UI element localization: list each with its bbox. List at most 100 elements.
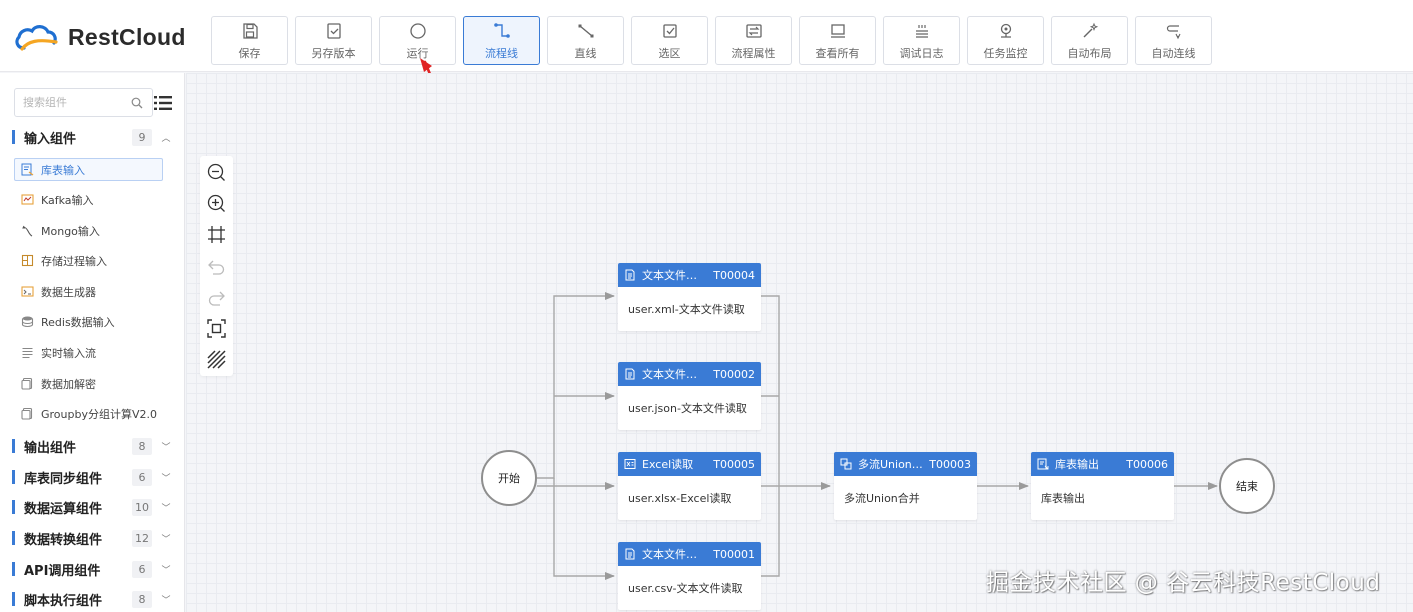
flow-canvas[interactable] <box>186 73 1413 612</box>
group-name: 库表同步组件 <box>24 471 103 487</box>
end-node[interactable]: 结束 <box>1219 458 1275 514</box>
component-data-encryption[interactable]: 数据加解密 <box>14 372 163 395</box>
chevron-down-icon[interactable]: ﹀ <box>160 501 172 514</box>
top-header: RestCloud 保存 另存版本 运行 流程线 直线 选区 流程属性 查看所有… <box>0 0 1413 72</box>
save-version-button-label: 另存版本 <box>311 46 356 60</box>
component-name: 存储过程输入 <box>41 254 107 268</box>
component-name: Groupby分组计算V2.0 <box>41 407 157 421</box>
flow-node-t00003[interactable]: 多流Union… T00003 多流Union合并 <box>834 452 977 520</box>
group-input-components[interactable]: 输入组件 9 ︿ <box>12 127 172 147</box>
start-node-label: 开始 <box>498 472 520 485</box>
fit-view-icon[interactable] <box>206 224 227 245</box>
node-title: 库表输出 <box>1055 458 1099 471</box>
zoom-in-icon[interactable] <box>206 193 227 214</box>
group-table-sync-components[interactable]: 库表同步组件 6 ﹀ <box>12 467 172 487</box>
node-header: 文本文件… T00001 <box>618 542 761 566</box>
debug-log-icon <box>912 21 932 41</box>
group-marker <box>12 562 15 576</box>
chevron-down-icon[interactable]: ﹀ <box>160 563 172 576</box>
straight-line-button[interactable]: 直线 <box>547 16 624 65</box>
union-icon <box>840 458 852 470</box>
chevron-down-icon[interactable]: ﹀ <box>160 593 172 606</box>
flow-node-t00001[interactable]: 文本文件… T00001 user.csv-文本文件读取 <box>618 542 761 610</box>
undo-icon[interactable] <box>206 256 227 277</box>
node-title: 文本文件… <box>642 368 697 381</box>
task-monitor-button-label: 任务监控 <box>983 46 1028 60</box>
component-groupby-calc[interactable]: Groupby分组计算V2.0 <box>14 402 163 425</box>
flow-node-t00002[interactable]: 文本文件… T00002 user.json-文本文件读取 <box>618 362 761 430</box>
chevron-down-icon[interactable]: ﹀ <box>160 440 172 453</box>
component-redis-input[interactable]: Redis数据输入 <box>14 310 163 333</box>
group-marker <box>12 470 15 484</box>
node-id: T00006 <box>1126 457 1168 471</box>
auto-layout-button[interactable]: 自动布局 <box>1051 16 1128 65</box>
component-stored-procedure-input[interactable]: 存储过程输入 <box>14 249 163 272</box>
debug-log-button[interactable]: 调试日志 <box>883 16 960 65</box>
component-mongo-input[interactable]: Mongo输入 <box>14 219 163 242</box>
save-button[interactable]: 保存 <box>211 16 288 65</box>
node-id: T00001 <box>713 547 755 561</box>
group-name: 输出组件 <box>24 440 77 456</box>
group-data-compute-components[interactable]: 数据运算组件 10 ﹀ <box>12 497 172 517</box>
group-api-call-components[interactable]: API调用组件 6 ﹀ <box>12 559 172 579</box>
flow-node-t00004[interactable]: 文本文件… T00004 user.xml-文本文件读取 <box>618 263 761 331</box>
flow-properties-button[interactable]: 流程属性 <box>715 16 792 65</box>
node-id: T00004 <box>713 268 755 282</box>
save-version-button[interactable]: 另存版本 <box>295 16 372 65</box>
auto-layout-icon <box>1080 21 1100 41</box>
node-description: user.xml-文本文件读取 <box>628 303 745 316</box>
view-all-button[interactable]: 查看所有 <box>799 16 876 65</box>
node-description: 多流Union合并 <box>844 492 920 505</box>
groupby-icon <box>21 407 33 420</box>
group-data-transform-components[interactable]: 数据转换组件 12 ﹀ <box>12 528 172 548</box>
group-name: 输入组件 <box>24 131 77 147</box>
zoom-out-icon[interactable] <box>206 162 227 183</box>
save-icon <box>240 21 260 41</box>
straight-line-icon <box>576 21 596 41</box>
kafka-input-icon <box>21 194 34 205</box>
excel-icon <box>624 459 636 469</box>
selection-button-label: 选区 <box>658 46 681 60</box>
group-count-badge: 12 <box>132 529 152 547</box>
component-kafka-input[interactable]: Kafka输入 <box>14 188 163 211</box>
redo-icon[interactable] <box>206 287 227 308</box>
component-data-generator[interactable]: 数据生成器 <box>14 280 163 303</box>
group-count-badge: 6 <box>132 560 152 578</box>
group-name: 数据运算组件 <box>24 501 103 517</box>
flow-properties-icon <box>744 21 764 41</box>
component-name: 实时输入流 <box>41 346 96 360</box>
component-name: 数据生成器 <box>41 285 96 299</box>
group-count-badge: 8 <box>132 590 152 608</box>
node-header: 库表输出 T00006 <box>1031 452 1174 476</box>
selection-button[interactable]: 选区 <box>631 16 708 65</box>
actual-size-icon[interactable] <box>206 318 227 339</box>
component-table-input[interactable]: 库表输入 <box>14 158 163 181</box>
component-realtime-input-stream[interactable]: 实时输入流 <box>14 341 163 364</box>
flow-line-icon <box>492 21 512 41</box>
group-output-components[interactable]: 输出组件 8 ﹀ <box>12 436 172 456</box>
straight-line-button-label: 直线 <box>574 46 597 60</box>
auto-connect-button[interactable]: 自动连线 <box>1135 16 1212 65</box>
flow-node-t00005[interactable]: Excel读取 T00005 user.xlsx-Excel读取 <box>618 452 761 520</box>
start-node[interactable]: 开始 <box>481 450 537 506</box>
grid-toggle-icon[interactable] <box>206 349 227 370</box>
chevron-down-icon[interactable]: ﹀ <box>160 532 172 545</box>
group-name: 脚本执行组件 <box>24 593 103 609</box>
task-monitor-button[interactable]: 任务监控 <box>967 16 1044 65</box>
auto-connect-icon <box>1164 21 1184 41</box>
component-search-input[interactable] <box>23 96 123 109</box>
canvas-tools-panel <box>200 156 233 376</box>
group-marker <box>12 500 15 514</box>
node-header: 多流Union… T00003 <box>834 452 977 476</box>
group-count-badge: 8 <box>132 437 152 455</box>
search-icon[interactable] <box>131 97 143 109</box>
chevron-down-icon[interactable]: ﹀ <box>160 471 172 484</box>
flow-node-t00006[interactable]: 库表输出 T00006 库表输出 <box>1031 452 1174 520</box>
flow-line-button[interactable]: 流程线 <box>463 16 540 65</box>
chevron-up-icon[interactable]: ︿ <box>160 131 172 144</box>
component-name: Kafka输入 <box>41 193 94 207</box>
group-script-exec-components[interactable]: 脚本执行组件 8 ﹀ <box>12 589 172 609</box>
component-name: Mongo输入 <box>41 224 100 238</box>
list-view-icon[interactable] <box>154 95 172 111</box>
node-description: user.json-文本文件读取 <box>628 402 747 415</box>
